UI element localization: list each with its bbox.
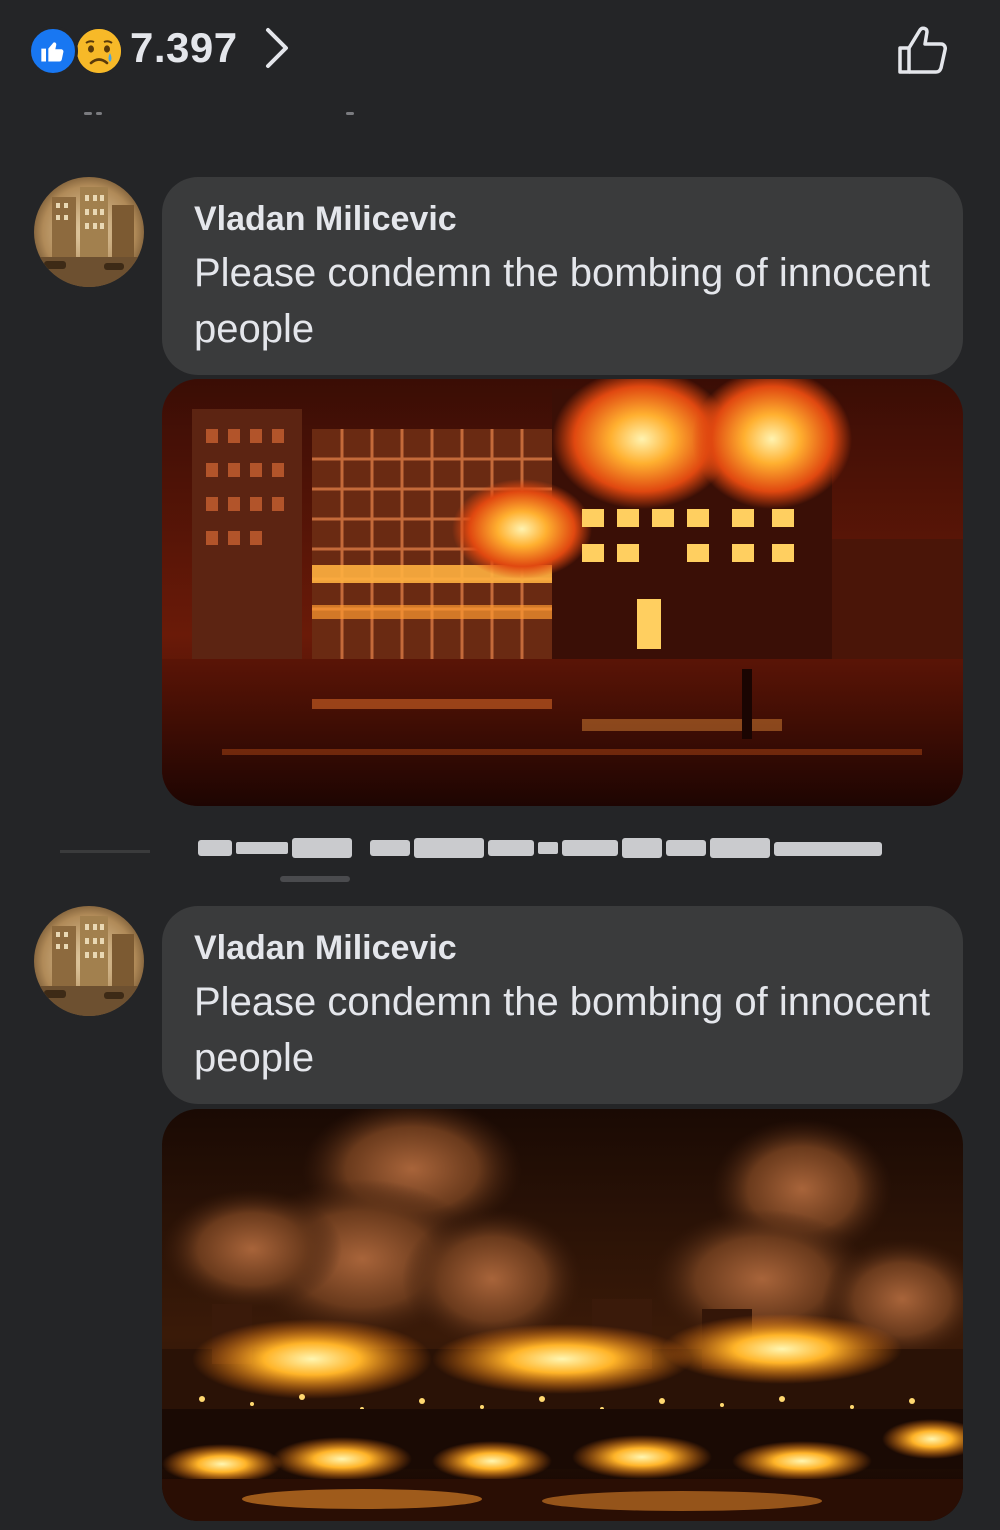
like-button-outline-icon[interactable] — [894, 20, 954, 80]
avatar[interactable] — [34, 906, 144, 1016]
comment-bubble[interactable]: Vladan Milicevic Please condemn the bomb… — [162, 906, 963, 1104]
comment-bubble[interactable]: Vladan Milicevic Please condemn the bomb… — [162, 177, 963, 375]
reaction-icons — [28, 20, 128, 76]
chevron-right-icon[interactable] — [262, 26, 292, 70]
reaction-count: 7.397 — [130, 24, 238, 71]
comment-author[interactable]: Vladan Milicevic — [194, 924, 933, 972]
faint-separator-marks — [84, 108, 364, 120]
reaction-summary[interactable]: 7.397 — [28, 20, 292, 76]
comment-text: Please condemn the bombing of innocent p… — [194, 980, 931, 1080]
blurred-comment-actions — [60, 828, 900, 888]
avatar[interactable] — [34, 177, 144, 287]
comment-text: Please condemn the bombing of innocent p… — [194, 251, 931, 351]
like-reaction-icon — [28, 26, 78, 76]
sad-reaction-icon — [74, 26, 124, 76]
comment-photo[interactable] — [162, 379, 963, 806]
comment-photo[interactable] — [162, 1109, 963, 1521]
comment-author[interactable]: Vladan Milicevic — [194, 195, 933, 243]
